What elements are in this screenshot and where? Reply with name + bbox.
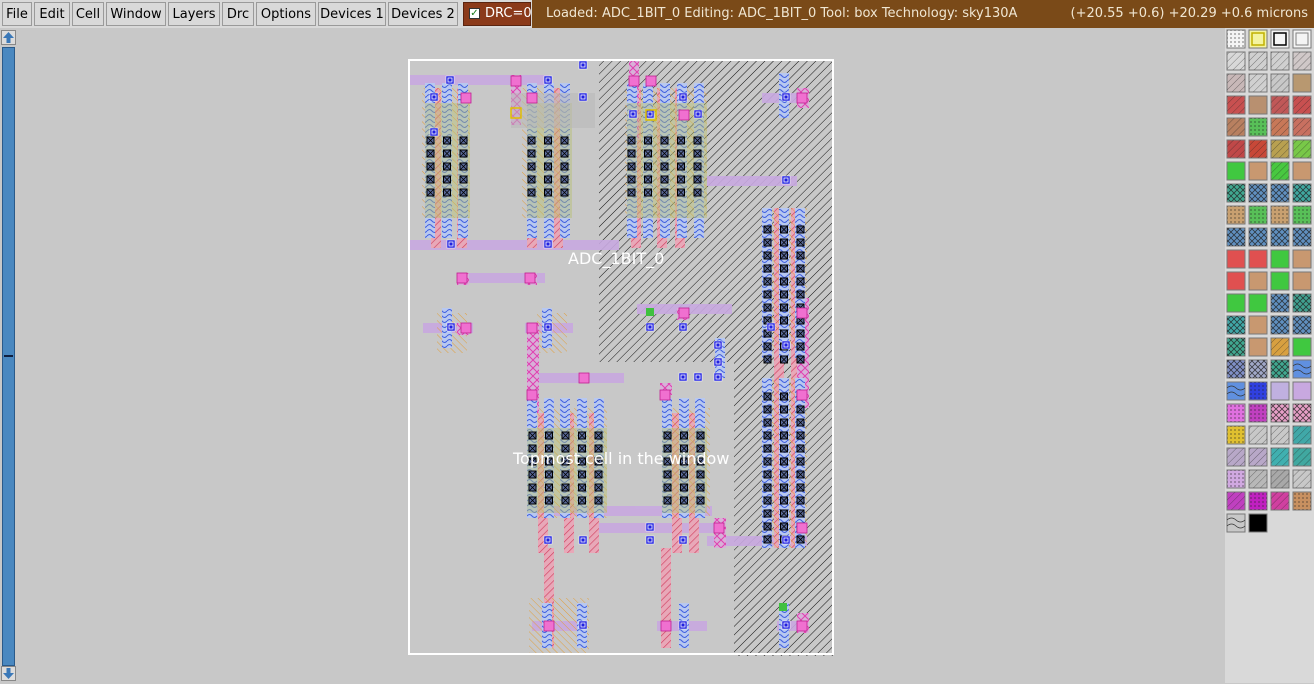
drc-checkbox-icon[interactable]: ✓ (469, 8, 480, 19)
menubar: File Edit Cell Window Layers Drc Options… (0, 0, 1314, 29)
menu-drc[interactable]: Drc (222, 2, 254, 26)
menu-layers[interactable]: Layers (168, 2, 220, 26)
cursor-coordinates: (+20.55 +0.6) +20.29 +0.6 microns (1070, 6, 1308, 21)
layer-palette (1225, 28, 1314, 683)
menu-devices-2[interactable]: Devices 2 (388, 2, 458, 26)
topmost-cell-caption: Topmost cell in the window (513, 449, 730, 468)
cell-bounding-box[interactable] (408, 59, 834, 655)
drc-label: DRC=0 (485, 6, 532, 21)
menu-devices-1[interactable]: Devices 1 (318, 2, 386, 26)
cell-name-label: ADC_1BIT_0 (568, 249, 665, 268)
scroll-up-arrow-icon[interactable] (1, 30, 16, 45)
vertical-scrollbar[interactable] (0, 28, 17, 683)
layer-swatches[interactable] (1225, 28, 1314, 563)
scroll-down-arrow-icon[interactable] (1, 666, 16, 681)
scrollbar-grip (4, 355, 13, 357)
drc-toggle[interactable]: ✓ DRC=0 (463, 2, 532, 26)
menu-options[interactable]: Options (256, 2, 316, 26)
status-bar: Loaded: ADC_1BIT_0 Editing: ADC_1BIT_0 T… (532, 0, 1314, 28)
layout-canvas[interactable]: ADC_1BIT_0 Topmost cell in the window (17, 28, 1225, 683)
menu-edit[interactable]: Edit (34, 2, 70, 26)
menu-cell[interactable]: Cell (72, 2, 104, 26)
status-message: Loaded: ADC_1BIT_0 Editing: ADC_1BIT_0 T… (546, 6, 1018, 21)
menu-file[interactable]: File (2, 2, 32, 26)
menu-window[interactable]: Window (106, 2, 166, 26)
